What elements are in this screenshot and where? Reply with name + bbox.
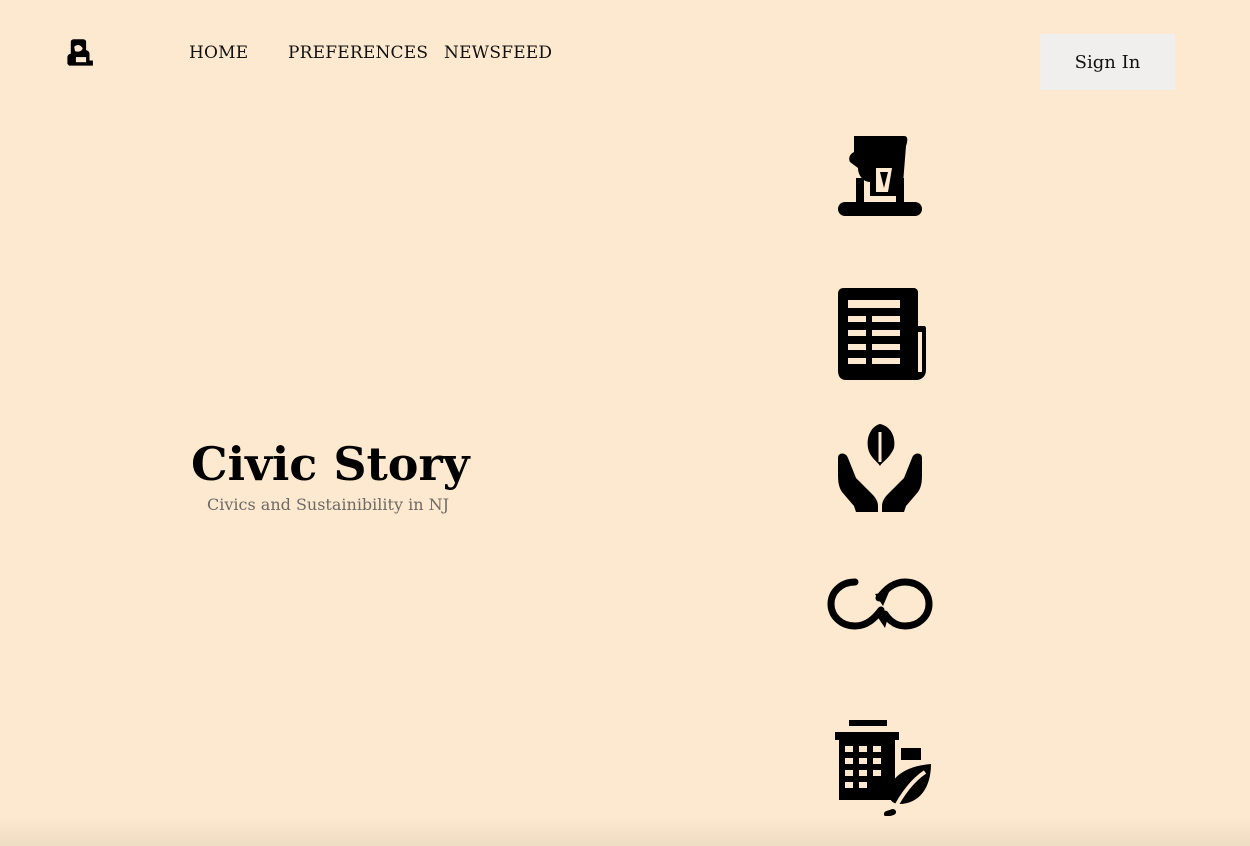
page-title: Civic Story — [191, 437, 470, 491]
hands-seedling-icon — [836, 422, 924, 514]
nav-newsfeed[interactable]: NEWSFEED — [444, 43, 552, 63]
nav-preferences[interactable]: PREFERENCES — [288, 43, 428, 63]
nav-home[interactable]: HOME — [189, 43, 248, 63]
page-subtitle: Civics and Sustainibility in NJ — [207, 495, 449, 514]
hand-ballot-icon[interactable] — [64, 35, 98, 69]
logo-svg — [67, 39, 93, 66]
sign-in-button[interactable]: Sign In — [1040, 34, 1175, 90]
recycle-infinity-icon — [825, 574, 935, 634]
vote-ballot-icon — [836, 132, 924, 218]
bottom-shadow — [0, 816, 1250, 846]
eco-building-icon — [833, 718, 935, 817]
newspaper-icon — [836, 286, 928, 380]
